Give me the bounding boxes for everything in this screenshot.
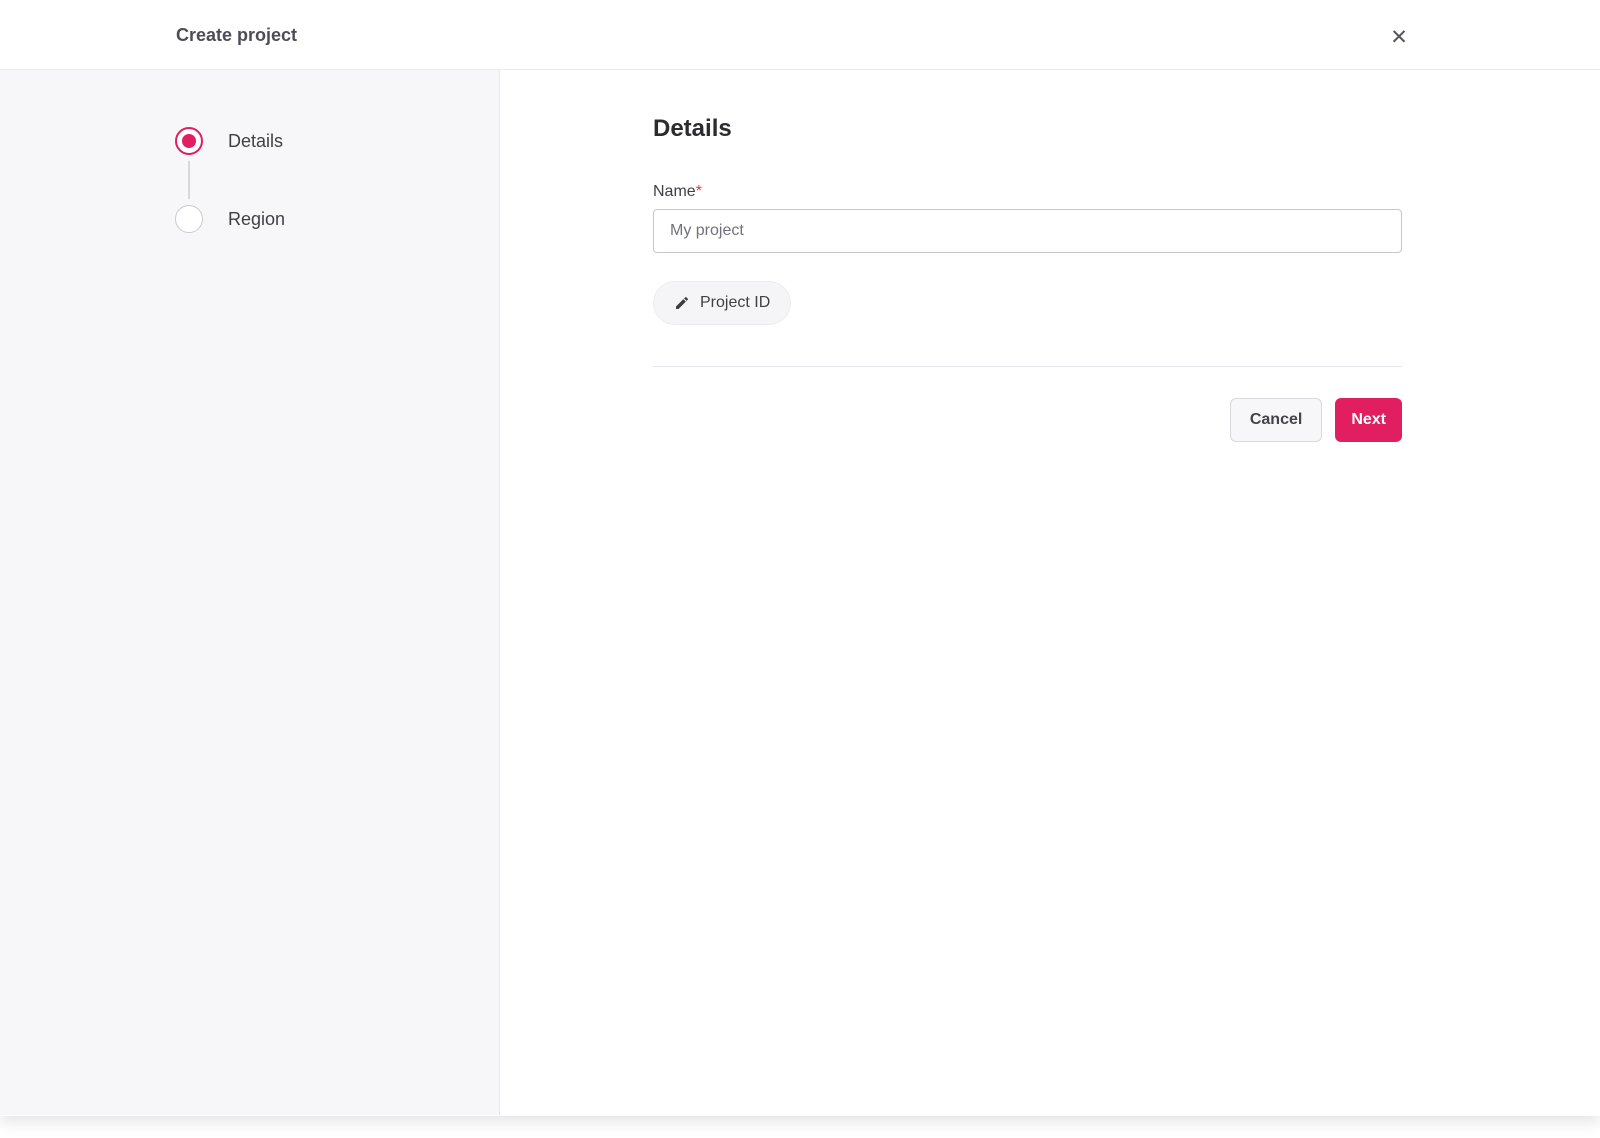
required-asterisk: * bbox=[695, 183, 702, 200]
step-label: Region bbox=[228, 208, 286, 229]
step-label: Details bbox=[228, 130, 284, 151]
modal-title: Create project bbox=[176, 25, 298, 45]
project-id-button[interactable]: Project ID bbox=[653, 281, 792, 325]
modal-header: Create project ✕ bbox=[0, 0, 1600, 70]
project-name-input[interactable] bbox=[653, 209, 1402, 253]
wizard-stepper-sidebar: Details Region bbox=[0, 70, 500, 1115]
step-heading: Details bbox=[653, 115, 732, 142]
step-connector-line bbox=[188, 161, 190, 199]
create-project-modal: Create project ✕ Details Region Details … bbox=[0, 0, 1600, 1116]
form-divider bbox=[653, 366, 1402, 367]
step-inactive-radio-icon bbox=[175, 205, 203, 233]
modal-body: Details Region Details Name* My project … bbox=[0, 70, 1600, 1115]
step-content-panel: Details Name* Project ID Cancel bbox=[500, 70, 1600, 1115]
footer-actions: Cancel Next bbox=[653, 398, 1402, 442]
pencil-icon bbox=[676, 296, 689, 309]
name-field-label: Name* bbox=[653, 183, 1402, 201]
stepper-step-region[interactable]: Region bbox=[175, 205, 499, 233]
next-button[interactable]: Next bbox=[1335, 398, 1402, 442]
project-id-button-label: Project ID bbox=[700, 294, 771, 311]
cancel-button[interactable]: Cancel bbox=[1229, 398, 1323, 442]
close-icon: ✕ bbox=[1390, 26, 1408, 49]
step-active-radio-icon bbox=[175, 127, 203, 155]
stepper-step-details[interactable]: Details bbox=[175, 127, 499, 155]
close-button[interactable]: ✕ bbox=[1383, 22, 1415, 54]
name-label-text: Name bbox=[653, 183, 696, 200]
